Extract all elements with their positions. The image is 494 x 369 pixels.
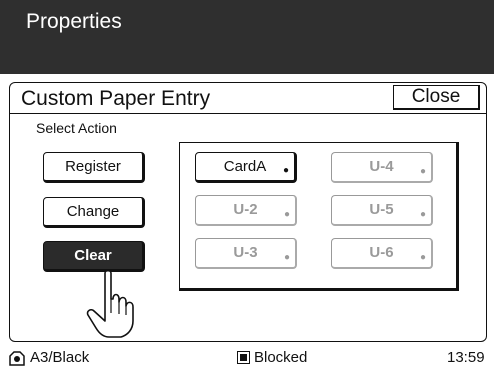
select-action-label: Select Action <box>36 120 117 136</box>
status-time-text: 13:59 <box>447 349 485 366</box>
hand-pointer-icon <box>86 269 134 338</box>
corner-dot-icon: ● <box>283 209 290 220</box>
close-button[interactable]: Close <box>393 85 480 110</box>
status-state-text: Blocked <box>254 349 308 366</box>
paper-slot-carda[interactable]: CardA ● <box>195 152 297 183</box>
status-paper: A3/Black <box>8 349 89 366</box>
paper-slot-label: U-6 <box>369 244 394 261</box>
corner-dot-icon: ● <box>282 165 289 176</box>
paper-slot-label: CardA <box>223 158 267 175</box>
corner-dot-icon: ● <box>419 166 426 177</box>
paper-slot-label: U-3 <box>233 244 258 261</box>
clear-button[interactable]: Clear <box>43 241 145 272</box>
title-divider <box>10 113 486 114</box>
status-time: 13:59 <box>447 349 485 366</box>
status-bar: A3/Black Blocked 13:59 <box>0 346 494 369</box>
status-state: Blocked <box>237 349 307 366</box>
paper-slot-label: U-5 <box>369 201 394 218</box>
custom-paper-entry-panel: Custom Paper Entry Close Select Action R… <box>9 82 487 342</box>
corner-dot-icon: ● <box>283 252 290 263</box>
paper-slot-label: U-2 <box>233 201 258 218</box>
paper-slot-u2[interactable]: U-2 ● <box>195 195 297 226</box>
corner-dot-icon: ● <box>419 209 426 220</box>
dialog-title: Custom Paper Entry <box>21 87 211 110</box>
change-button[interactable]: Change <box>43 197 145 228</box>
printer-icon <box>9 350 25 366</box>
paper-slot-u5[interactable]: U-5 ● <box>331 195 433 226</box>
corner-dot-icon: ● <box>419 252 426 263</box>
paper-slot-u4[interactable]: U-4 ● <box>331 152 433 183</box>
paper-slot-label: U-4 <box>369 158 394 175</box>
status-paper-text: A3/Black <box>30 349 90 366</box>
square-icon <box>237 351 250 364</box>
paper-slot-grid: CardA ● U-2 ● U-3 ● U-4 ● U-5 ● U-6 ● <box>179 142 459 291</box>
paper-slot-u6[interactable]: U-6 ● <box>331 238 433 269</box>
page-title: Properties <box>26 10 122 33</box>
top-bar: Properties <box>0 0 494 74</box>
paper-slot-u3[interactable]: U-3 ● <box>195 238 297 269</box>
register-button[interactable]: Register <box>43 152 145 183</box>
